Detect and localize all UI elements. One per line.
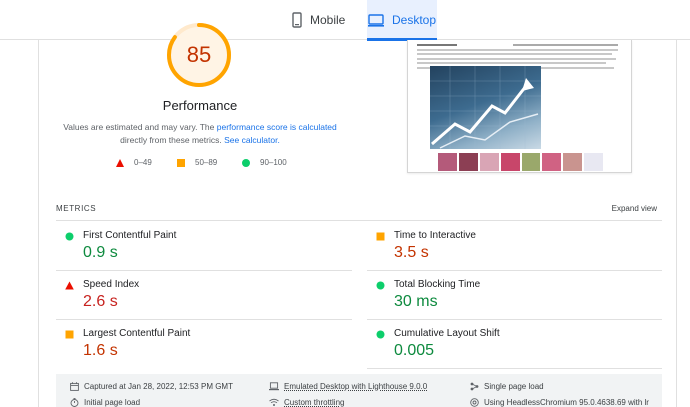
green-circle-icon — [376, 330, 385, 339]
frame-left-border — [38, 40, 39, 407]
metric-value: 30 ms — [394, 293, 438, 310]
tab-mobile[interactable]: Mobile — [292, 0, 345, 40]
metric-divider — [367, 270, 662, 271]
green-circle-icon — [65, 232, 74, 241]
throttling-link[interactable]: Custom throttling — [284, 398, 344, 407]
orange-square-icon — [376, 232, 385, 241]
metric-name: Time to Interactive — [394, 230, 476, 241]
red-triangle-icon — [65, 281, 74, 290]
initial-page-load-text: Initial page load — [84, 398, 141, 407]
metric-value: 0.005 — [394, 342, 435, 359]
performance-description: Values are estimated and may vary. The p… — [55, 121, 345, 147]
metric-divider — [367, 319, 662, 320]
thumb-hero-image — [430, 66, 541, 149]
legend-item-average: 50–89 — [177, 158, 217, 167]
tab-mobile-label: Mobile — [310, 13, 346, 27]
metric-value: 2.6 s — [83, 293, 118, 310]
stopwatch-icon — [70, 398, 79, 407]
browser-item: Using HeadlessChromium 95.0.4638.69 with… — [470, 398, 649, 407]
metric-divider — [367, 368, 662, 369]
growth-arrow-icon — [430, 66, 541, 149]
legend-item-good: 90–100 — [242, 158, 287, 167]
emulated-device-item: Emulated Desktop with Lighthouse 9.0.0 — [269, 382, 427, 391]
captured-at-text: Captured at Jan 28, 2022, 12:53 PM GMT — [84, 382, 233, 391]
metric-value: 3.5 s — [394, 244, 429, 261]
red-triangle-icon — [116, 158, 124, 167]
metric-divider — [56, 270, 352, 271]
metric-value: 0.9 s — [83, 244, 118, 261]
single-page-load-text: Single page load — [484, 382, 544, 391]
metric-name: Cumulative Layout Shift — [394, 328, 500, 339]
metric-value: 1.6 s — [83, 342, 118, 359]
green-circle-icon — [242, 158, 250, 167]
legend-label-poor: 0–49 — [134, 158, 152, 167]
orange-square-icon — [177, 158, 185, 167]
metric-name: First Contentful Paint — [83, 230, 177, 241]
initial-page-load-item: Initial page load — [70, 398, 140, 407]
device-tabs: Mobile Desktop — [0, 0, 690, 41]
throttling-item: Custom throttling — [269, 398, 344, 407]
mobile-phone-icon — [292, 12, 302, 28]
desktop-monitor-icon — [367, 13, 384, 27]
metric-name: Total Blocking Time — [394, 279, 481, 290]
legend-label-average: 50–89 — [195, 158, 218, 167]
metrics-header: METRICS — [56, 204, 97, 213]
laptop-icon — [269, 382, 279, 391]
metric-name: Speed Index — [83, 279, 140, 290]
calendar-icon — [70, 382, 79, 391]
metric-name: Largest Contentful Paint — [83, 328, 191, 339]
thumb-date-line — [513, 44, 618, 46]
performance-title: Performance — [162, 98, 238, 113]
nodes-icon — [470, 382, 479, 391]
thumb-heading-line — [417, 44, 457, 46]
thumb-product-strip — [438, 153, 603, 171]
wifi-icon — [269, 398, 279, 406]
desc-text-1: Values are estimated and may vary. The — [63, 122, 217, 132]
emulated-device-link[interactable]: Emulated Desktop with Lighthouse 9.0.0 — [284, 382, 427, 391]
metric-divider — [56, 319, 352, 320]
legend-label-good: 90–100 — [260, 158, 287, 167]
orange-square-icon — [65, 330, 74, 339]
browser-text: Using HeadlessChromium 95.0.4638.69 with… — [484, 398, 649, 407]
legend-item-poor: 0–49 — [116, 158, 152, 167]
single-page-load-item: Single page load — [470, 382, 544, 391]
runtime-settings-bar: Captured at Jan 28, 2022, 12:53 PM GMT E… — [56, 374, 662, 407]
captured-at-item: Captured at Jan 28, 2022, 12:53 PM GMT — [70, 382, 233, 391]
expand-view-button[interactable]: Expand view — [612, 204, 657, 213]
chrome-browser-icon — [470, 398, 479, 407]
tab-desktop[interactable]: Desktop — [367, 0, 437, 41]
frame-right-border — [676, 40, 677, 407]
final-screenshot-thumbnail[interactable] — [407, 40, 632, 173]
green-circle-icon — [376, 281, 385, 290]
metrics-divider — [56, 220, 662, 221]
tab-desktop-label: Desktop — [391, 13, 437, 27]
performance-score: 85 — [186, 42, 212, 67]
see-calculator-link[interactable]: See calculator. — [224, 135, 280, 145]
desc-text-2: directly from these metrics. — [120, 135, 225, 145]
performance-score-link[interactable]: performance score is calculated — [217, 122, 337, 132]
